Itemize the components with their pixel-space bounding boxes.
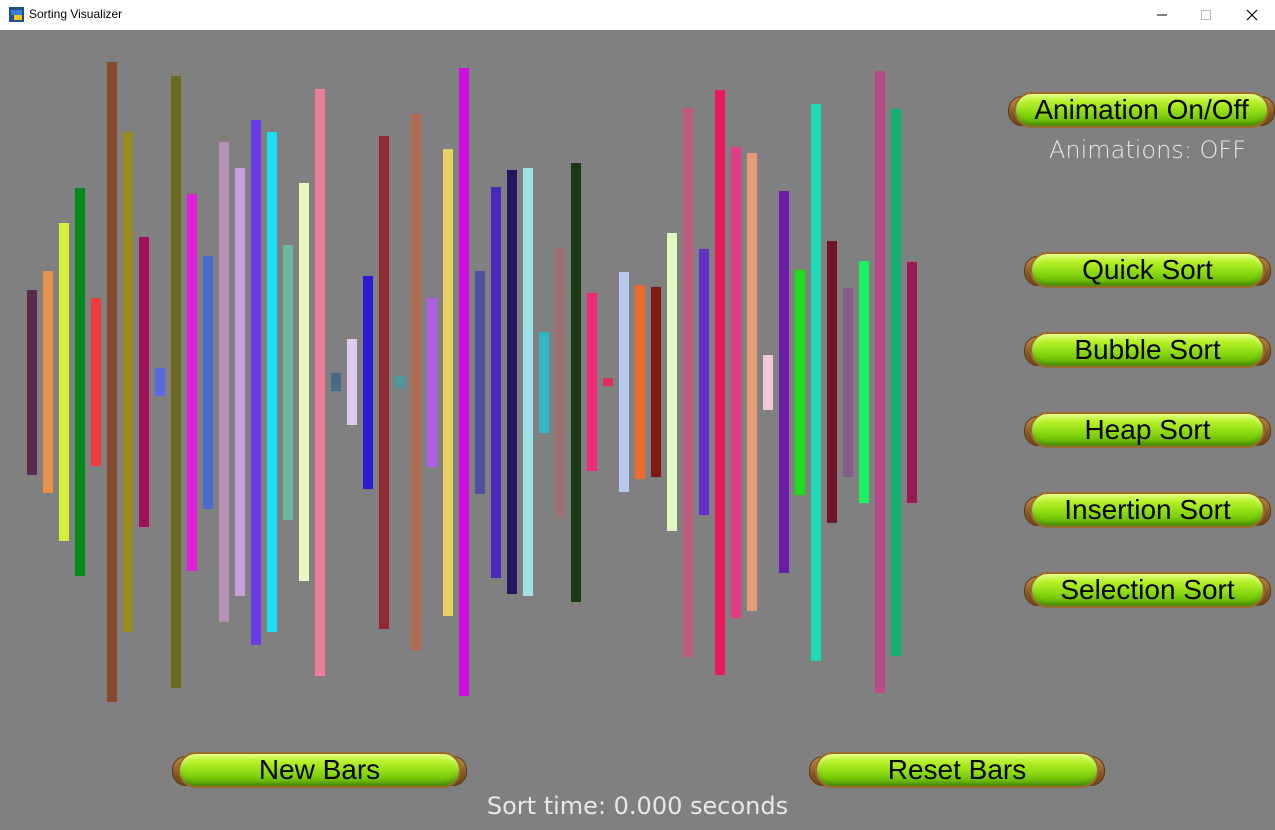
minimize-button[interactable] bbox=[1139, 0, 1185, 30]
visualizer-canvas: Animation On/Off Animations: OFF Quick S… bbox=[0, 30, 1275, 830]
bar bbox=[315, 88, 325, 676]
bar bbox=[603, 378, 613, 386]
reset-bars-label: Reset Bars bbox=[887, 754, 1027, 785]
bar bbox=[715, 89, 725, 675]
animation-toggle-label: Animation On/Off bbox=[1034, 94, 1249, 125]
close-icon bbox=[1246, 9, 1258, 21]
bar bbox=[59, 223, 69, 541]
bubble-sort-label: Bubble Sort bbox=[1074, 334, 1221, 365]
bar bbox=[331, 373, 341, 391]
bar bbox=[859, 261, 869, 503]
bar bbox=[731, 146, 741, 618]
sort-time-label: Sort time: 0.000 seconds bbox=[486, 792, 789, 820]
bar bbox=[827, 241, 837, 523]
bar bbox=[507, 170, 517, 594]
bar bbox=[587, 293, 597, 471]
bar bbox=[171, 76, 181, 688]
bar bbox=[155, 368, 165, 396]
bar bbox=[107, 62, 117, 702]
bar bbox=[523, 168, 533, 596]
bar bbox=[811, 103, 821, 661]
quick-sort-label: Quick Sort bbox=[1082, 254, 1213, 285]
bar bbox=[427, 297, 437, 467]
bar bbox=[635, 285, 645, 479]
new-bars-button[interactable]: New Bars bbox=[172, 750, 467, 790]
bar bbox=[571, 162, 581, 602]
bar bbox=[699, 249, 709, 515]
bar bbox=[91, 298, 101, 466]
bar bbox=[347, 339, 357, 425]
bar bbox=[491, 186, 501, 578]
bar bbox=[763, 354, 773, 410]
bar bbox=[395, 376, 405, 388]
bar bbox=[267, 132, 277, 632]
bubble-sort-button[interactable]: Bubble Sort bbox=[1024, 330, 1271, 370]
new-bars-label: New Bars bbox=[258, 754, 381, 785]
bar bbox=[555, 247, 565, 517]
bar bbox=[187, 193, 197, 571]
bar bbox=[75, 188, 85, 576]
bar bbox=[123, 132, 133, 632]
bar bbox=[299, 183, 309, 581]
reset-bars-button[interactable]: Reset Bars bbox=[809, 750, 1105, 790]
python-app-icon bbox=[9, 7, 24, 22]
bar bbox=[875, 71, 885, 693]
bar bbox=[43, 271, 53, 493]
bar bbox=[379, 135, 389, 629]
bar bbox=[843, 287, 853, 477]
window-title: Sorting Visualizer bbox=[29, 7, 123, 21]
maximize-button[interactable] bbox=[1183, 0, 1229, 30]
title-bar: Sorting Visualizer bbox=[0, 0, 1275, 30]
bar bbox=[283, 244, 293, 520]
animation-toggle-button[interactable]: Animation On/Off bbox=[1008, 90, 1275, 130]
quick-sort-button[interactable]: Quick Sort bbox=[1024, 250, 1271, 290]
bar bbox=[219, 142, 229, 622]
bar bbox=[251, 119, 261, 645]
close-button[interactable] bbox=[1229, 0, 1275, 30]
bar bbox=[795, 269, 805, 495]
heap-sort-button[interactable]: Heap Sort bbox=[1024, 410, 1271, 450]
heap-sort-label: Heap Sort bbox=[1084, 414, 1211, 445]
bar bbox=[747, 153, 757, 611]
selection-sort-label: Selection Sort bbox=[1060, 574, 1235, 605]
bar bbox=[235, 168, 245, 596]
bar bbox=[667, 233, 677, 531]
bar bbox=[619, 272, 629, 492]
bar bbox=[475, 270, 485, 494]
bar bbox=[203, 255, 213, 509]
bar bbox=[411, 113, 421, 651]
bar bbox=[651, 287, 661, 477]
bar bbox=[779, 191, 789, 573]
selection-sort-button[interactable]: Selection Sort bbox=[1024, 570, 1271, 610]
minimize-icon bbox=[1157, 14, 1167, 16]
bar bbox=[539, 331, 549, 433]
bar bbox=[683, 107, 693, 657]
bar bbox=[907, 261, 917, 503]
animations-status: Animations: OFF bbox=[1048, 136, 1247, 164]
insertion-sort-label: Insertion Sort bbox=[1064, 494, 1231, 525]
bar bbox=[459, 68, 469, 696]
bar bbox=[891, 108, 901, 656]
insertion-sort-button[interactable]: Insertion Sort bbox=[1024, 490, 1271, 530]
bar bbox=[139, 237, 149, 527]
bar bbox=[443, 148, 453, 616]
maximize-icon bbox=[1201, 10, 1211, 20]
bar bbox=[27, 289, 37, 475]
bar bbox=[363, 275, 373, 489]
